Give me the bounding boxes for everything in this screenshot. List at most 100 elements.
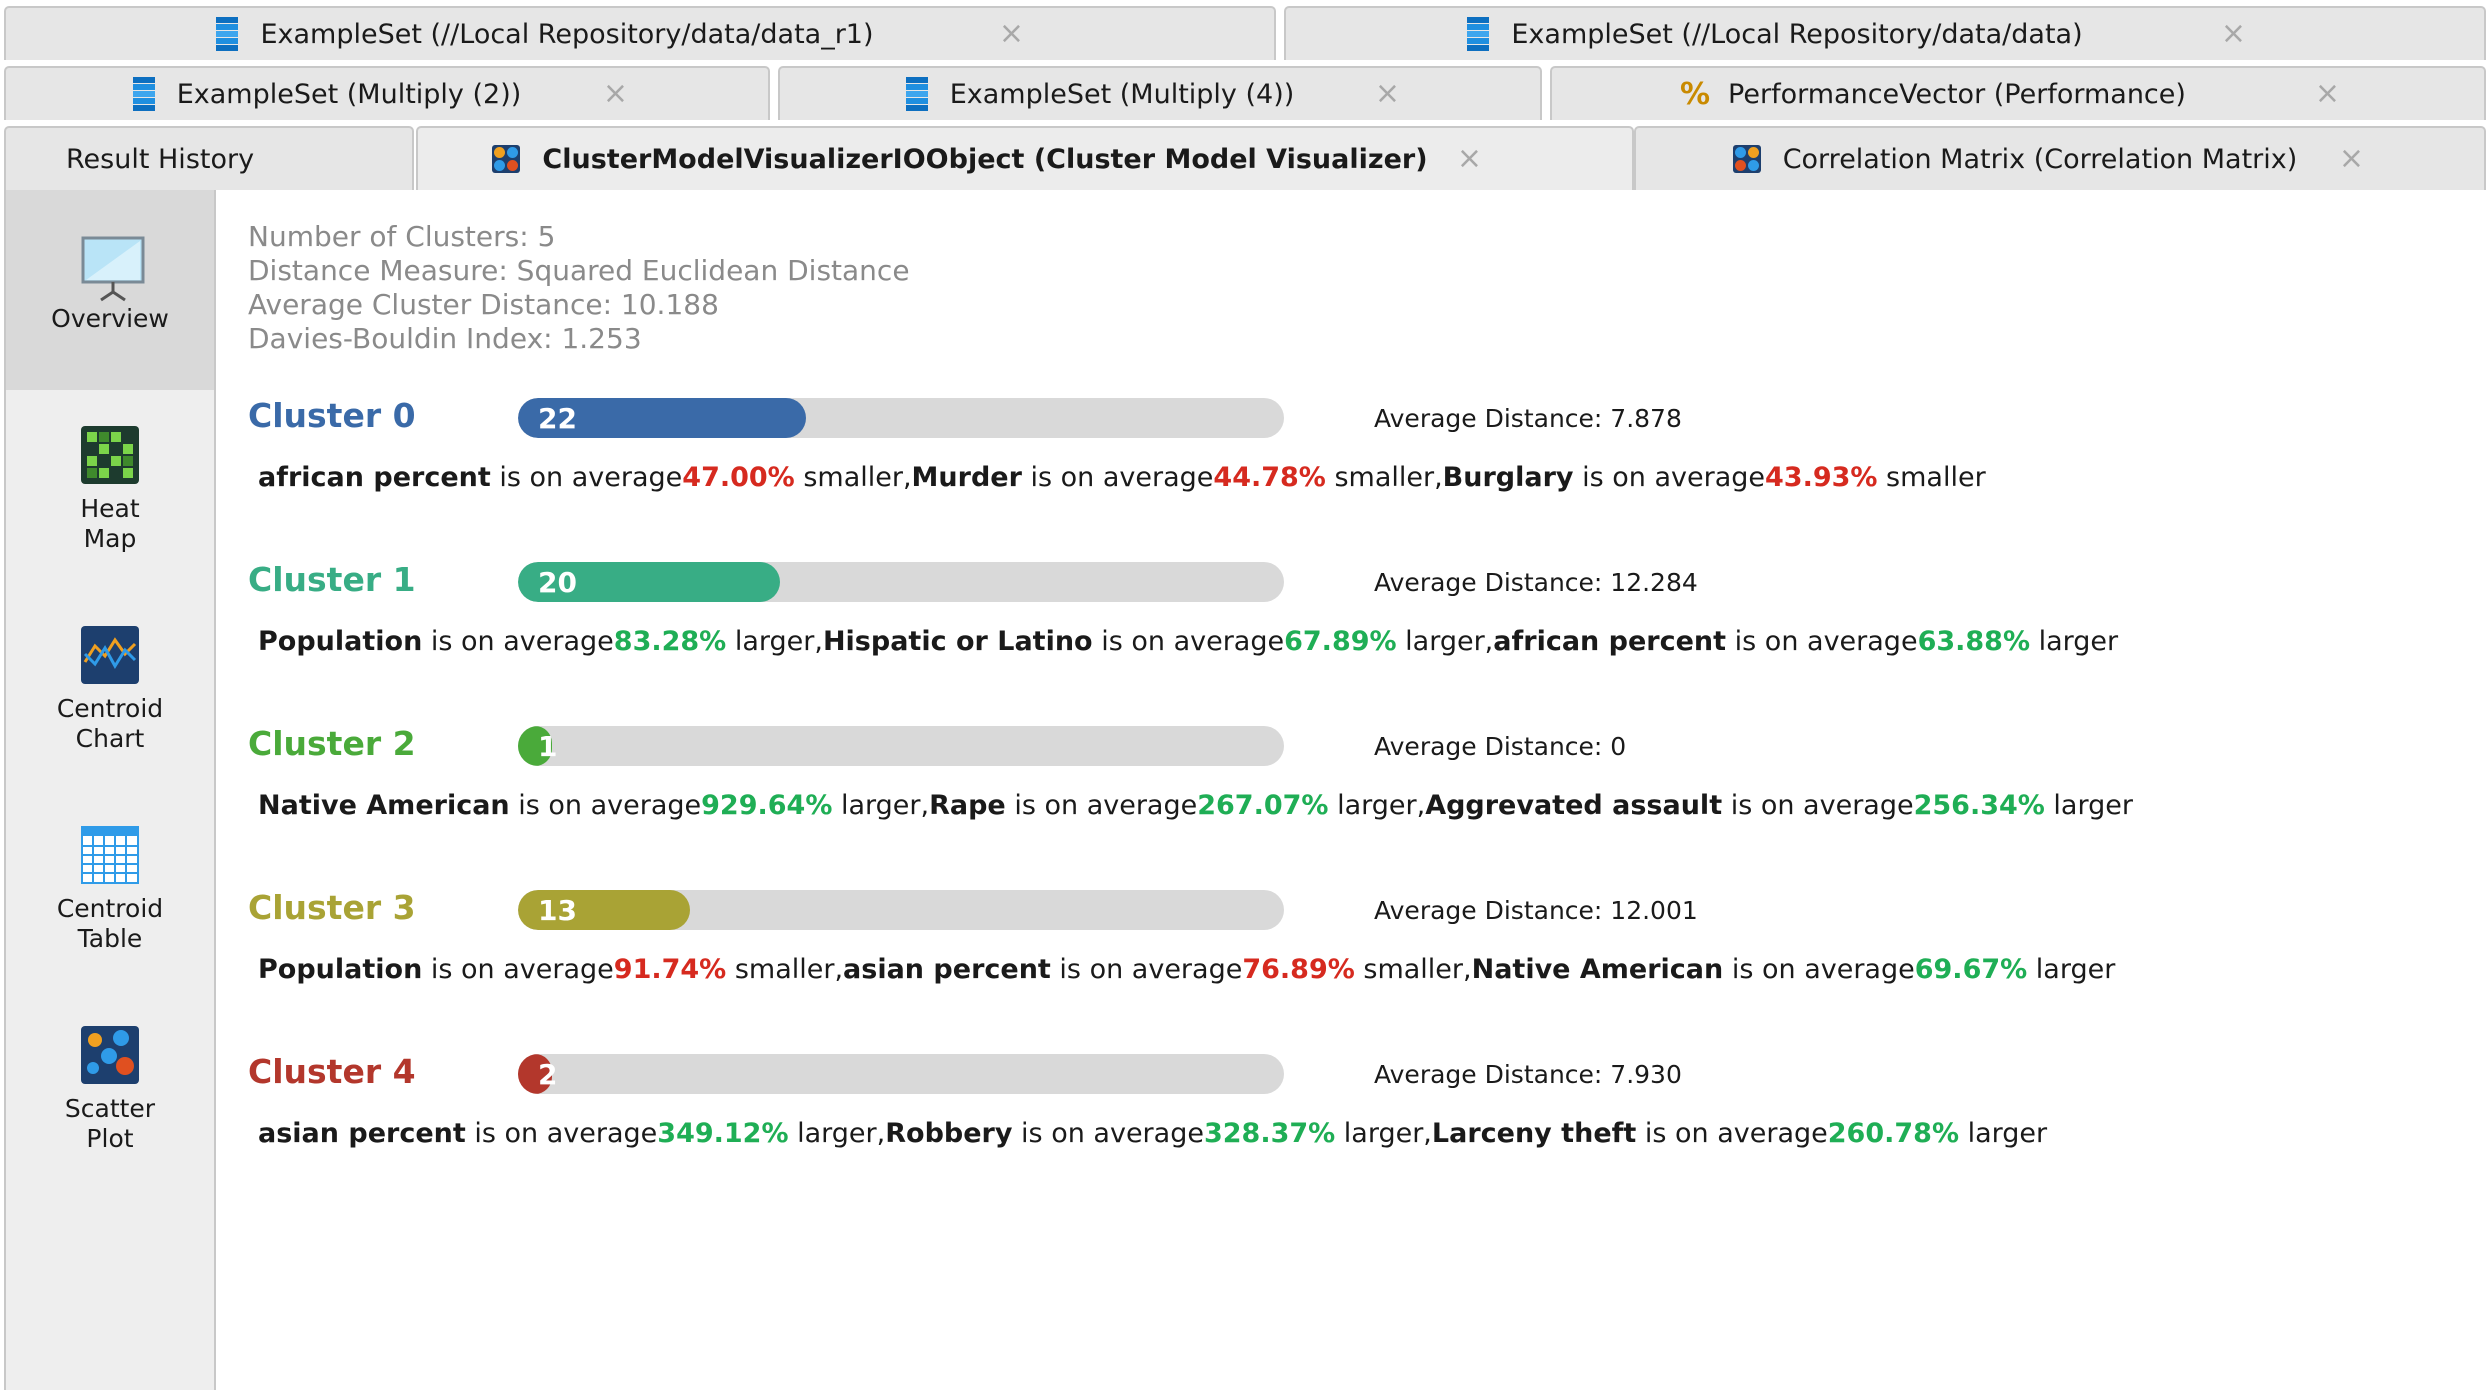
close-icon[interactable]: × [999, 19, 1024, 49]
sidebar-item-heat-map[interactable]: Heat Map [6, 426, 214, 606]
tab-row-3: Result History ClusterModelVisualizerIOO… [0, 120, 2486, 190]
attribute-name: Native American [258, 790, 510, 821]
cluster-size-bar: 13 [518, 890, 1284, 930]
percent-difference: 47.00% [682, 462, 795, 493]
average-distance: Average Distance: 7.878 [1374, 404, 1682, 433]
attribute-name: Rape [929, 790, 1006, 821]
close-icon[interactable]: × [603, 79, 628, 109]
attribute-name: Population [258, 626, 423, 657]
heat-map-icon [81, 426, 139, 484]
percent-difference: 63.88% [1917, 626, 2031, 657]
attribute-name: Burglary [1442, 462, 1574, 493]
sidebar-item-overview[interactable]: Overview [6, 190, 214, 390]
tab-result-history[interactable]: Result History [4, 126, 414, 190]
centroid-table-icon [81, 826, 139, 884]
tab-exampleset-data[interactable]: ExampleSet (//Local Repository/data/data… [1284, 6, 2486, 60]
cluster-overview-panel: Number of Clusters: 5 Distance Measure: … [216, 190, 2486, 1390]
direction-word: larger [2027, 954, 2116, 985]
number-of-clusters: Number of Clusters: 5 [248, 220, 556, 253]
sidebar-item-label: Heat Map [80, 494, 140, 553]
cluster-title: Cluster 0 [248, 396, 416, 435]
average-distance: Average Distance: 0 [1374, 732, 1627, 761]
cluster-title: Cluster 1 [248, 560, 416, 599]
comparison-text: is on average [422, 626, 614, 657]
centroid-chart-icon [81, 626, 139, 684]
tab-exampleset-multiply-2[interactable]: ExampleSet (Multiply (2)) × [4, 66, 770, 120]
attribute-name: Hispatic or Latino [822, 626, 1093, 657]
performance-icon: % [1680, 76, 1711, 112]
tab-label: ExampleSet (Multiply (2)) [176, 78, 522, 110]
percent-difference: 267.07% [1197, 790, 1329, 821]
presentation-screen-icon [81, 236, 145, 302]
comparison-text: is on average [1050, 954, 1243, 985]
cluster-size-fill: 1 [518, 726, 557, 766]
cluster-model-icon [492, 145, 521, 173]
attribute-name: Native American [1471, 954, 1724, 985]
comparison-text: is on average [1573, 462, 1765, 493]
close-icon[interactable]: × [2339, 144, 2364, 174]
sidebar-item-label: Scatter Plot [64, 1094, 156, 1153]
tab-label: ExampleSet (//Local Repository/data/data… [260, 18, 874, 50]
comparison-text: is on average [1636, 1118, 1828, 1149]
attribute-name: Larceny theft [1431, 1118, 1637, 1149]
dataset-icon [132, 77, 155, 111]
cluster-description: Population is on average83.28% larger,Hi… [258, 626, 2118, 657]
comparison-text: is on average [1012, 1118, 1204, 1149]
cluster-size-bar: 2 [518, 1054, 1284, 1094]
percent-difference: 44.78% [1213, 462, 1326, 493]
direction-word: larger, [1335, 1118, 1432, 1149]
close-icon[interactable]: × [2221, 19, 2246, 49]
sidebar-item-label: Overview [51, 304, 169, 333]
comparison-text: is on average [1005, 790, 1198, 821]
cluster-description: Population is on average91.74% smaller,a… [258, 954, 2115, 985]
tab-label: Result History [66, 143, 255, 175]
dataset-icon [1467, 17, 1490, 51]
correlation-matrix-icon [1732, 145, 1761, 173]
comparison-text: is on average [1092, 626, 1285, 657]
percent-difference: 260.78% [1827, 1118, 1960, 1149]
attribute-name: Murder [911, 462, 1022, 493]
cluster-size-fill: 13 [518, 890, 690, 930]
cluster-size-fill: 2 [518, 1054, 557, 1094]
sidebar-item-scatter-plot[interactable]: Scatter Plot [6, 1026, 214, 1206]
close-icon[interactable]: × [1375, 79, 1400, 109]
comparison-text: is on average [1722, 790, 1914, 821]
close-icon[interactable]: × [1457, 144, 1482, 174]
cluster-count: 13 [538, 893, 577, 927]
tab-exampleset-multiply-4[interactable]: ExampleSet (Multiply (4)) × [778, 66, 1542, 120]
average-distance: Average Distance: 12.001 [1374, 896, 1698, 925]
dataset-icon [216, 17, 239, 51]
percent-difference: 929.64% [701, 790, 833, 821]
tab-row-2: ExampleSet (Multiply (2)) × ExampleSet (… [0, 60, 2486, 120]
comparison-text: is on average [509, 790, 702, 821]
comparison-text: is on average [490, 462, 683, 493]
average-distance: Average Distance: 7.930 [1374, 1060, 1682, 1089]
tab-performance-vector[interactable]: % PerformanceVector (Performance) × [1550, 66, 2486, 120]
cluster-count: 2 [538, 1057, 558, 1091]
tab-label: Correlation Matrix (Correlation Matrix) [1782, 143, 2298, 175]
cluster-title: Cluster 2 [248, 724, 416, 763]
direction-word: larger, [832, 790, 930, 821]
close-icon[interactable]: × [2315, 79, 2340, 109]
sidebar-item-centroid-chart[interactable]: Centroid Chart [6, 626, 214, 806]
attribute-name: Robbery [885, 1118, 1013, 1149]
comparison-text: is on average [1726, 626, 1918, 657]
tab-correlation-matrix[interactable]: Correlation Matrix (Correlation Matrix) … [1634, 126, 2486, 190]
cluster-size-bar: 1 [518, 726, 1284, 766]
attribute-name: african percent [1493, 626, 1727, 657]
direction-word: smaller, [794, 462, 912, 493]
sidebar-item-centroid-table[interactable]: Centroid Table [6, 826, 214, 1006]
cluster-size-fill: 22 [518, 398, 806, 438]
tab-cluster-model-visualizer[interactable]: ClusterModelVisualizerIOObject (Cluster … [416, 126, 1634, 190]
percent-difference: 83.28% [613, 626, 727, 657]
comparison-text: is on average [422, 954, 614, 985]
cluster-title: Cluster 4 [248, 1052, 416, 1091]
cluster-count: 20 [538, 565, 577, 599]
average-cluster-distance: Average Cluster Distance: 10.188 [248, 288, 719, 321]
average-distance: Average Distance: 12.284 [1374, 568, 1698, 597]
tab-label: ClusterModelVisualizerIOObject (Cluster … [542, 143, 1428, 175]
tab-exampleset-data-r1[interactable]: ExampleSet (//Local Repository/data/data… [4, 6, 1276, 60]
direction-word: larger [2044, 790, 2133, 821]
direction-word: smaller, [1325, 462, 1443, 493]
tab-label: PerformanceVector (Performance) [1728, 78, 2186, 110]
